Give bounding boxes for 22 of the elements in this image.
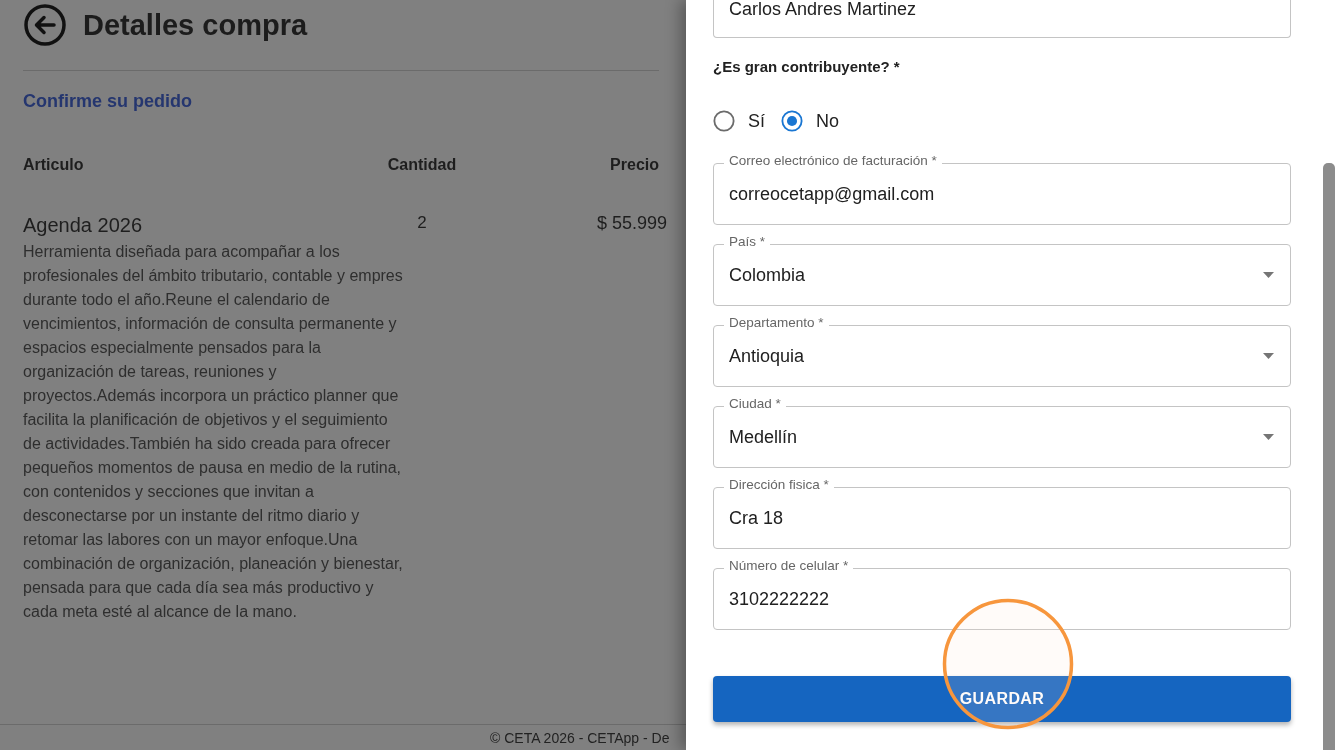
question-label: ¿Es gran contribuyente? * <box>713 58 900 76</box>
dropdown-caret-icon <box>1263 434 1274 440</box>
scrollbar-thumb[interactable] <box>1323 163 1335 750</box>
radio-option[interactable]: No <box>781 110 840 132</box>
dropdown-caret-icon <box>1263 272 1274 278</box>
quantity-text: 2 <box>417 213 427 233</box>
column-header: Precio <box>610 155 659 175</box>
product-description: Herramienta diseñada para acompañar a los profesionales del ámbito tributario, contable y empres durante todo el año.Reune el calendario de vencimientos, información de consulta permanente y espacios especialmente pensados para la organización de tareas, reuniones y proyectos.Además incorpora un práctico planner que facilita la planificación de objetivos y el seguimiento de actividades.También ha sido creada para ofrecer pequeños momentos de pausa en medio de la rutina, con contenidos y secciones que invitan a desconectarse por un instante del ritmo diario y retomar las labores con un mayor enfoque.Una combinación de organización, planeación y bienestar, pensada para que cada día sea más productivo y cada meta esté al alcance de la mano. <box>23 242 404 622</box>
page-title: Detalles compra <box>83 8 308 43</box>
product-name: Agenda 2026 <box>23 213 142 237</box>
dropdown-caret-icon <box>1263 353 1274 359</box>
column-header: Cantidad <box>387 155 457 175</box>
save-button[interactable]: GUARDAR <box>713 676 1291 722</box>
radio-icon[interactable] <box>781 110 803 132</box>
text-field[interactable]: Carlos Andres Martinez <box>713 0 1291 38</box>
footer-text: © CETA 2026 - CETApp - De <box>490 729 670 746</box>
column-header: Articulo <box>23 155 84 175</box>
radio-option[interactable]: Sí <box>713 110 765 132</box>
price-text: $ 55.999 <box>596 213 667 233</box>
section-heading: Confirme su pedido <box>23 90 192 112</box>
radio-icon[interactable] <box>713 110 735 132</box>
click-indicator-icon <box>942 598 1074 730</box>
